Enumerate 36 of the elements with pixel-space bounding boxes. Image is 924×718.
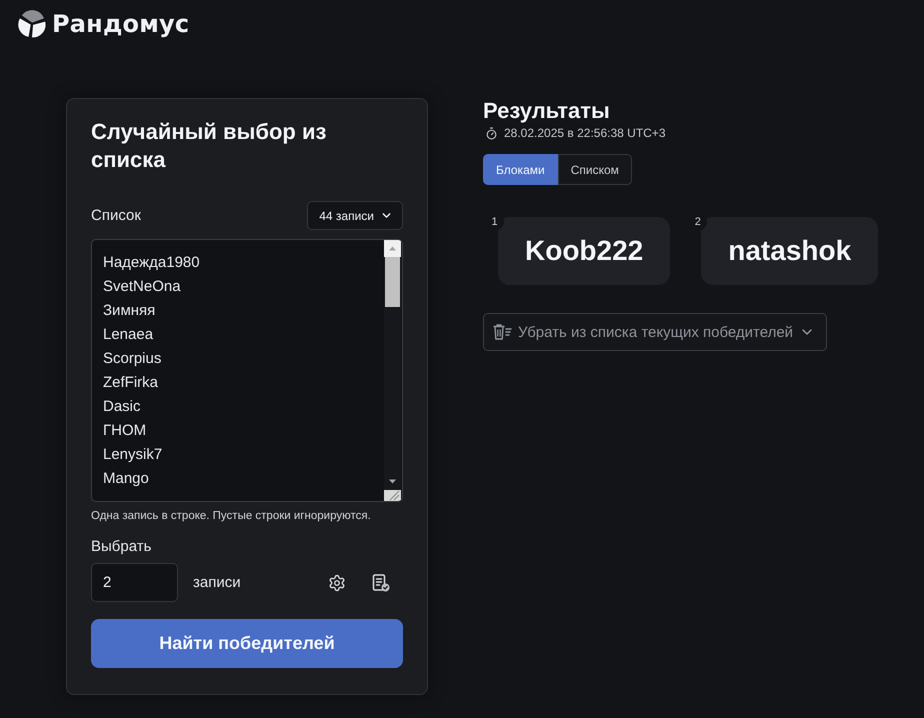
- list-check-icon: [372, 574, 390, 592]
- resize-grip-icon[interactable]: [384, 490, 401, 501]
- view-tab[interactable]: Списком: [558, 154, 632, 185]
- trash-icon: [492, 323, 512, 341]
- find-winners-button[interactable]: Найти победителей: [91, 619, 403, 668]
- winner-name: Koob222: [498, 217, 670, 285]
- list-field[interactable]: Надежда1980 SvetNeOna Зимняя Lenaea Scorpius ZefFirka Dasic ГНОМ Lenysik7 Mango: [91, 239, 403, 502]
- list-entry: Lenaea: [103, 325, 154, 345]
- results-title: Результаты: [483, 98, 610, 124]
- list-entry: SvetNeOna: [103, 277, 181, 297]
- list-entry: ZefFirka: [103, 373, 158, 393]
- timer-icon: [485, 126, 498, 140]
- list-entry: Зимняя: [103, 301, 156, 321]
- hint-text: Одна запись в строке. Пустые строки игнорируются.: [91, 510, 371, 522]
- list-entry: Dasic: [103, 397, 141, 417]
- list-entry: Mango: [103, 469, 149, 489]
- logo-text: Рандомус: [52, 10, 190, 38]
- count-input[interactable]: 2: [91, 563, 178, 602]
- list-label: Список: [91, 207, 141, 224]
- settings-icon: [328, 574, 346, 592]
- checklist-button[interactable]: [370, 572, 392, 594]
- pick-label: Выбрать: [91, 538, 152, 555]
- logo-icon: [18, 10, 46, 38]
- list-entry: ГНОМ: [103, 421, 146, 441]
- remove-winners-dropdown[interactable]: Убрать из списка текущих победителей: [483, 313, 828, 351]
- unit-label: записи: [193, 574, 241, 591]
- scrollbar[interactable]: [384, 240, 401, 501]
- list-entry: Lenysik7: [103, 445, 162, 465]
- timestamp: 28.02.2025 в 22:56:38 UTC+3: [504, 126, 666, 140]
- card-title: Случайный выбор из списка: [91, 118, 328, 174]
- scrollbar-thumb[interactable]: [385, 257, 400, 307]
- list-entry: Scorpius: [103, 349, 162, 369]
- entry-count-dropdown[interactable]: 44 записи: [307, 201, 403, 230]
- list-entry: Надежда1980: [103, 253, 200, 273]
- view-tab[interactable]: Блоками: [483, 154, 558, 185]
- winner-name: natashok: [701, 217, 878, 285]
